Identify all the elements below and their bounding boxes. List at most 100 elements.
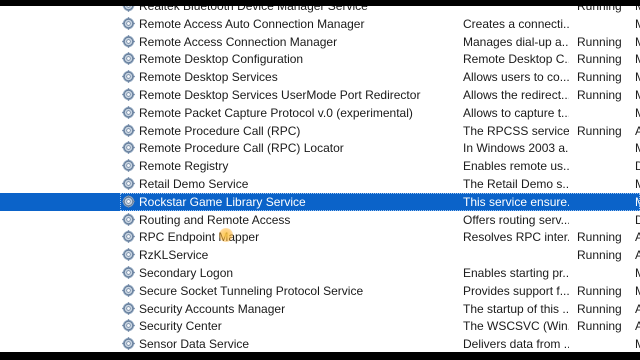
- service-row[interactable]: Remote Procedure Call (RPC) Locator In Wi…: [0, 139, 640, 157]
- service-row[interactable]: RPC Endpoint Mapper Resolves RPC inter...…: [0, 228, 640, 246]
- service-row[interactable]: Realtek Bluetooth Device Manager Service…: [0, 6, 640, 15]
- gear-icon: [122, 266, 135, 279]
- service-description: In Windows 2003 a...: [463, 141, 569, 156]
- gear-icon: [122, 52, 135, 66]
- service-name: Rockstar Game Library Service: [139, 194, 306, 209]
- gear-icon: [122, 105, 135, 119]
- service-row[interactable]: Security Accounts Manager The startup of …: [0, 300, 640, 318]
- service-name: Remote Packet Capture Protocol v.0 (expe…: [139, 105, 413, 120]
- gear-icon: [122, 88, 135, 101]
- service-description: Allows users to co...: [463, 70, 569, 85]
- service-description: The RPCSS service ...: [463, 123, 569, 138]
- service-name: Remote Desktop Services: [139, 70, 278, 85]
- service-startup-type: M: [635, 106, 640, 120]
- service-row[interactable]: Secure Socket Tunneling Protocol Service…: [0, 282, 640, 300]
- service-row[interactable]: Remote Desktop Services Allows users to c…: [0, 68, 640, 86]
- service-description: Offers routing serv...: [463, 212, 569, 227]
- service-startup-type: M: [635, 266, 640, 280]
- gear-icon: [122, 301, 135, 315]
- service-name: Remote Access Auto Connection Manager: [139, 16, 365, 31]
- service-description: Enables starting pr...: [463, 265, 569, 280]
- service-startup-type: M: [635, 17, 640, 31]
- service-name: RPC Endpoint Mapper: [139, 230, 260, 245]
- service-name: Remote Access Connection Manager: [139, 34, 338, 49]
- service-startup-type: M: [635, 141, 640, 155]
- service-description: Enables remote us...: [463, 159, 569, 174]
- service-row[interactable]: Sensor Data Service Delivers data from ..…: [0, 335, 640, 352]
- service-name: Routing and Remote Access: [139, 212, 291, 227]
- service-row[interactable]: Remote Procedure Call (RPC) The RPCSS ser…: [0, 122, 640, 140]
- service-row[interactable]: Retail Demo Service The Retail Demo s... M: [0, 175, 640, 193]
- gear-icon: [122, 6, 135, 12]
- service-status: Running: [577, 230, 622, 245]
- service-row[interactable]: Remote Registry Enables remote us... D: [0, 157, 640, 175]
- service-row[interactable]: Security Center The WSCSVC (Win... Running…: [0, 317, 640, 335]
- service-startup-type: M: [635, 6, 640, 13]
- service-startup-type: M: [635, 70, 640, 84]
- service-description: Allows to capture t...: [463, 105, 569, 120]
- service-description: Delivers data from ...: [463, 337, 569, 352]
- service-name: Remote Procedure Call (RPC): [139, 123, 301, 138]
- service-description: Provides support f...: [463, 283, 569, 298]
- service-row[interactable]: Remote Desktop Services UserMode Port Re…: [0, 86, 640, 104]
- service-startup-type: M: [635, 35, 640, 49]
- gear-icon: [122, 70, 135, 83]
- service-row[interactable]: Remote Packet Capture Protocol v.0 (expe…: [0, 104, 640, 122]
- service-row[interactable]: Remote Desktop Configuration Remote Deskt…: [0, 50, 640, 68]
- service-startup-type: A: [635, 123, 640, 138]
- service-name: Security Center: [139, 319, 222, 334]
- service-startup-type: A: [635, 230, 640, 245]
- service-startup-type: M: [635, 195, 640, 209]
- service-description: Remote Desktop C...: [463, 52, 569, 67]
- service-status: Running: [577, 70, 622, 85]
- gear-icon: [122, 194, 135, 208]
- service-startup-type: M: [635, 88, 640, 102]
- service-name: Realtek Bluetooth Device Manager Service: [139, 6, 368, 13]
- service-status: Running: [577, 319, 622, 334]
- service-name: Retail Demo Service: [139, 176, 249, 191]
- service-status: Running: [577, 6, 622, 13]
- gear-icon: [122, 248, 135, 261]
- service-name: Remote Desktop Services UserMode Port Re…: [139, 87, 421, 102]
- service-name: RzKLService: [139, 248, 209, 263]
- service-name: Secure Socket Tunneling Protocol Service: [139, 283, 364, 298]
- gear-icon: [122, 230, 135, 244]
- service-status: Running: [577, 123, 622, 138]
- service-startup-type: M: [635, 52, 640, 66]
- service-status: Running: [577, 283, 622, 298]
- service-description: The Retail Demo s...: [463, 176, 569, 191]
- gear-icon: [122, 212, 135, 226]
- service-status: Running: [577, 248, 622, 263]
- service-row[interactable]: Remote Access Auto Connection Manager Cre…: [0, 15, 640, 33]
- service-description: Manages dial-up a...: [463, 34, 569, 49]
- service-startup-type: M: [635, 337, 640, 351]
- service-name: Secondary Logon: [139, 265, 234, 280]
- service-status: Running: [577, 34, 622, 49]
- service-status: Running: [577, 301, 622, 316]
- gear-icon: [122, 16, 135, 30]
- service-row[interactable]: Secondary Logon Enables starting pr... M: [0, 264, 640, 282]
- service-description: Allows the redirect...: [463, 87, 569, 102]
- service-startup-type: A: [635, 319, 640, 334]
- service-description: The WSCSVC (Win...: [463, 319, 569, 334]
- service-row[interactable]: Remote Access Connection Manager Manages …: [0, 33, 640, 51]
- service-row[interactable]: Rockstar Game Library Service This servic…: [0, 192, 640, 211]
- gear-icon: [122, 159, 135, 172]
- service-status: Running: [577, 52, 622, 67]
- service-description: The startup of this ...: [463, 301, 569, 316]
- service-status: Running: [577, 87, 622, 102]
- service-row[interactable]: RzKLService Running A: [0, 246, 640, 264]
- service-name: Sensor Data Service: [139, 337, 250, 352]
- services-list[interactable]: Realtek Bluetooth Device Manager Service…: [0, 6, 640, 352]
- service-name: Security Accounts Manager: [139, 301, 286, 316]
- service-row[interactable]: Routing and Remote Access Offers routing …: [0, 211, 640, 229]
- gear-icon: [122, 123, 135, 137]
- service-name: Remote Desktop Configuration: [139, 52, 304, 67]
- gear-icon: [122, 319, 135, 333]
- gear-icon: [122, 34, 135, 48]
- service-name: Remote Procedure Call (RPC) Locator: [139, 141, 344, 156]
- services-window: Realtek Bluetooth Device Manager Service…: [0, 6, 640, 352]
- service-description: Creates a connecti...: [463, 16, 569, 31]
- service-startup-type: D: [635, 212, 640, 227]
- service-startup-type: A: [635, 301, 640, 316]
